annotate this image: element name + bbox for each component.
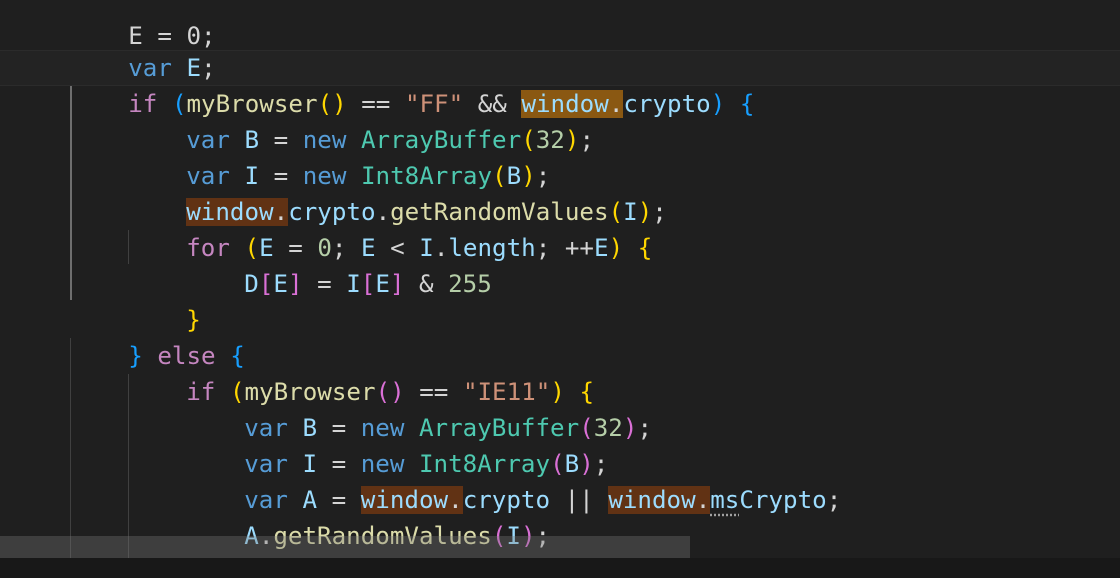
code-line-12[interactable]: var B = new ArrayBuffer(32); — [186, 374, 652, 442]
code-token: . — [608, 90, 624, 118]
code-token: ] — [389, 270, 405, 298]
code-token: [ — [360, 270, 376, 298]
code-token: & — [419, 270, 434, 298]
code-line-14[interactable]: var A = window.crypto || window.msCrypto… — [186, 446, 841, 514]
code-token: E — [594, 234, 609, 262]
code-token: E — [375, 270, 390, 298]
code-line-15[interactable]: A.getRandomValues(I); — [186, 482, 550, 550]
code-line-10[interactable]: } else { — [70, 302, 245, 370]
code-line-9[interactable]: } — [128, 266, 201, 334]
code-token: D — [244, 270, 259, 298]
code-token: ; — [826, 486, 842, 514]
code-line-13[interactable]: var I = new Int8Array(B); — [186, 410, 608, 478]
code-token: . — [695, 486, 711, 514]
code-token: ) — [710, 90, 726, 118]
code-token: ++ — [564, 234, 594, 262]
code-token: E — [273, 270, 288, 298]
code-token: I — [346, 270, 361, 298]
code-line-11[interactable]: if (myBrowser() == "IE11") { — [128, 338, 594, 406]
code-token: ; — [652, 198, 667, 226]
code-line-7[interactable]: for (E = 0; E < I.length; ++E) { — [128, 194, 652, 262]
code-token: ) — [564, 126, 580, 154]
code-token: 255 — [448, 270, 492, 298]
code-token-hint[interactable]: ms — [710, 486, 739, 514]
editor-bottom-edge — [0, 558, 1120, 578]
code-editor[interactable]: E = 0; var E; if (myBrowser() == "FF" &&… — [0, 0, 1120, 578]
code-token: ] — [287, 270, 303, 298]
code-line-4[interactable]: var B = new ArrayBuffer(32); — [128, 86, 594, 154]
code-line-2[interactable]: var E; — [70, 14, 215, 82]
code-line-5[interactable]: var I = new Int8Array(B); — [128, 122, 550, 190]
code-token: || — [564, 486, 594, 514]
code-token: = — [317, 270, 332, 298]
code-token: Crypto — [739, 486, 827, 514]
code-token: window — [608, 486, 696, 514]
code-line-3[interactable]: if (myBrowser() == "FF" && window.crypto… — [70, 50, 754, 118]
code-token: crypto — [623, 90, 711, 118]
code-token: ) — [608, 234, 624, 262]
code-line-6[interactable]: window.crypto.getRandomValues(I); — [128, 158, 667, 226]
code-token: ) — [622, 414, 638, 442]
code-token: ; — [579, 126, 594, 154]
code-token: ; — [535, 234, 551, 262]
horizontal-scrollbar[interactable] — [0, 536, 690, 558]
code-token: { — [739, 90, 755, 118]
code-token: ; — [637, 414, 652, 442]
code-line-8[interactable]: D[E] = I[E] & 255 — [186, 230, 492, 298]
code-token: [ — [258, 270, 274, 298]
code-token: { — [637, 234, 653, 262]
